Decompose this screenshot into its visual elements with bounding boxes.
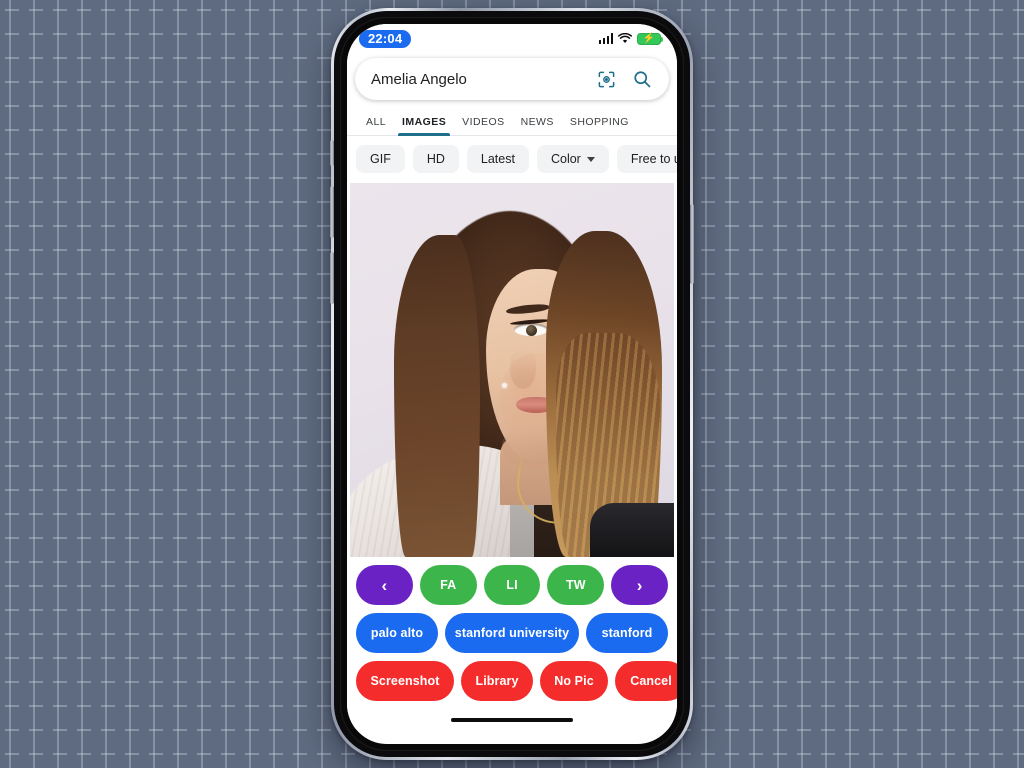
nav-social-row: ‹ FA LI TW ›	[356, 565, 668, 605]
chevron-down-icon	[586, 156, 595, 162]
screenshot-button[interactable]: Screenshot	[356, 661, 454, 701]
volume-up-button[interactable]	[330, 186, 334, 238]
prev-button[interactable]: ‹	[356, 565, 413, 605]
keyword-stanford-university[interactable]: stanford university	[445, 613, 579, 653]
seat-back	[590, 503, 674, 557]
chip-label: Color	[550, 152, 581, 166]
home-indicator-bar[interactable]	[451, 718, 573, 722]
chip-free-to-use[interactable]: Free to use	[616, 145, 677, 173]
phone-device: 22:04 ⚡ Amelia Angelo ALL IMAGES VIDEOS …	[330, 8, 694, 760]
status-bar: 22:04 ⚡	[347, 24, 677, 53]
battery-charging-icon: ⚡	[637, 32, 663, 45]
command-row: Screenshot Library No Pic Cancel	[356, 661, 677, 701]
status-time: 22:04	[359, 29, 412, 48]
no-pic-button[interactable]: No Pic	[540, 661, 608, 701]
chevron-left-icon: ‹	[381, 575, 388, 595]
earring	[502, 383, 507, 388]
tab-videos[interactable]: VIDEOS	[454, 116, 512, 135]
cancel-button[interactable]: Cancel	[615, 661, 677, 701]
next-button[interactable]: ›	[611, 565, 668, 605]
action-pad: ‹ FA LI TW › palo alto stanford universi…	[347, 557, 677, 711]
chip-label: Latest	[480, 152, 515, 166]
tab-images[interactable]: IMAGES	[394, 116, 454, 136]
library-button[interactable]: Library	[461, 661, 533, 701]
search-icon[interactable]	[629, 66, 655, 92]
hair-left	[394, 235, 480, 557]
volume-down-button[interactable]	[330, 252, 334, 304]
chip-gif[interactable]: GIF	[356, 145, 405, 173]
tab-news[interactable]: NEWS	[513, 116, 562, 135]
search-bar-container: Amelia Angelo	[347, 53, 677, 107]
facebook-button[interactable]: FA	[419, 565, 477, 605]
keyword-palo-alto[interactable]: palo alto	[356, 613, 438, 653]
twitter-button[interactable]: TW	[547, 565, 605, 605]
iris	[526, 325, 537, 336]
battery-bolt-glyph: ⚡	[642, 32, 656, 44]
tab-shopping[interactable]: SHOPPING	[562, 116, 637, 135]
chip-label: Free to use	[630, 152, 677, 166]
power-button[interactable]	[690, 204, 694, 284]
phone-screen: 22:04 ⚡ Amelia Angelo ALL IMAGES VIDEOS …	[347, 24, 677, 744]
wifi-icon	[618, 33, 632, 44]
google-lens-icon[interactable]	[593, 66, 619, 92]
chip-hd[interactable]: HD	[412, 145, 459, 173]
filter-chip-row: GIF HD Latest Color Free to use	[347, 136, 677, 183]
status-icons: ⚡	[598, 32, 663, 45]
search-tabs: ALL IMAGES VIDEOS NEWS SHOPPING	[347, 107, 677, 136]
chip-color[interactable]: Color	[536, 145, 609, 173]
nose	[510, 349, 536, 389]
result-image[interactable]	[350, 183, 674, 557]
tab-all[interactable]: ALL	[358, 116, 394, 135]
chip-label: GIF	[370, 152, 391, 166]
chip-label: HD	[426, 152, 445, 166]
linkedin-button[interactable]: LI	[483, 565, 541, 605]
chip-latest[interactable]: Latest	[466, 145, 529, 173]
mute-switch-button[interactable]	[330, 140, 334, 166]
keyword-row: palo alto stanford university stanford	[356, 613, 668, 653]
home-indicator-area	[347, 711, 677, 729]
keyword-stanford[interactable]: stanford	[586, 613, 668, 653]
chevron-right-icon: ›	[636, 575, 643, 595]
search-input[interactable]: Amelia Angelo	[371, 71, 583, 88]
cellular-bars-icon	[598, 33, 613, 44]
search-bar[interactable]: Amelia Angelo	[355, 58, 669, 100]
